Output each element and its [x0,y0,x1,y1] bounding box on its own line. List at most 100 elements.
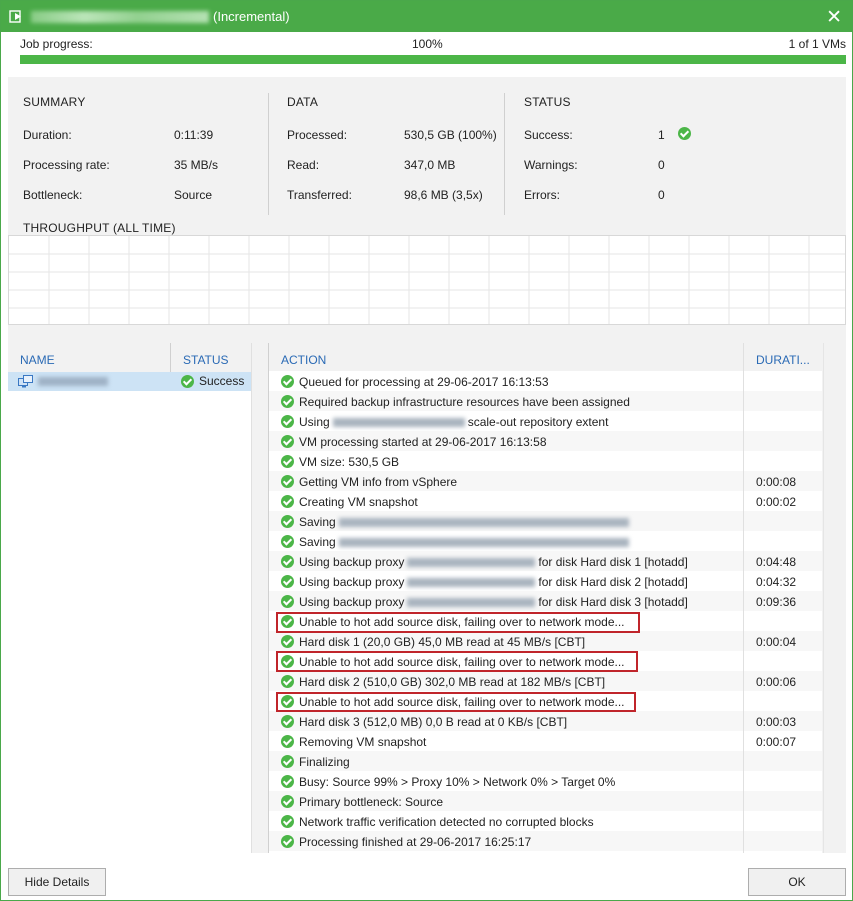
action-row[interactable]: Queued for processing at 29-06-2017 16:1… [269,371,822,391]
action-text: Saving [299,515,632,529]
action-row[interactable]: Hard disk 1 (20,0 GB) 45,0 MB read at 45… [269,631,822,651]
action-row[interactable]: Saving [269,531,822,551]
vm-list: Success [8,372,251,853]
success-check-icon [281,735,294,748]
success-check-icon [281,675,294,688]
success-check-icon [281,715,294,728]
action-row[interactable]: Required backup infrastructure resources… [269,391,822,411]
job-progress-row: Job progress: 100% 1 of 1 VMs [20,37,846,51]
action-text-part: Using [299,415,330,429]
action-row[interactable]: VM processing started at 29-06-2017 16:1… [269,431,822,451]
vm-status-text: Success [199,374,245,388]
action-row[interactable]: Finalizing [269,751,822,771]
action-column-header[interactable]: ACTION [281,353,326,367]
job-session-window: (Incremental) ✕ Job progress: 100% 1 of … [0,0,853,901]
action-text-part: Finalizing [299,755,350,769]
button-bar: Hide Details OK [1,853,852,900]
action-text-part: Using backup proxy [299,595,405,609]
success-check-icon [281,475,294,488]
hide-details-button[interactable]: Hide Details [8,868,106,896]
action-text-part: Getting VM info from vSphere [299,475,458,489]
read-label: Read: [287,158,320,172]
success-check-icon [281,835,294,848]
vm-row[interactable]: Success [8,372,251,391]
duration-column-header[interactable]: DURATI... [756,353,810,367]
name-column-header[interactable]: NAME [20,353,55,367]
job-progress-fill [20,55,846,64]
action-text: VM size: 530,5 GB [299,455,399,469]
vm-icon [18,375,33,388]
duration-label: Duration: [23,128,72,142]
redacted-text [332,418,465,428]
transferred-label: Transferred: [287,188,352,202]
action-text-part: Primary bottleneck: Source [299,795,444,809]
success-check-icon [281,455,294,468]
processing-rate-label: Processing rate: [23,158,110,172]
action-duration: 0:00:06 [756,675,797,689]
warnings-value: 0 [658,158,665,172]
action-text: Hard disk 2 (510,0 GB) 302,0 MB read at … [299,675,605,689]
job-name-redacted [31,11,209,23]
action-row[interactable]: Saving [269,511,822,531]
processed-label: Processed: [287,128,348,142]
action-text: Primary bottleneck: Source [299,795,443,809]
action-text-part: for disk Hard disk 2 [hotadd] [538,575,688,589]
action-text: Hard disk 1 (20,0 GB) 45,0 MB read at 45… [299,635,585,649]
action-text: Required backup infrastructure resources… [299,395,630,409]
action-text: Processing finished at 29-06-2017 16:25:… [299,835,531,849]
redacted-text [407,578,536,588]
warnings-label: Warnings: [524,158,578,172]
action-text-part: for disk Hard disk 1 [hotadd] [538,555,688,569]
warning-highlight-box [276,612,640,633]
action-text: Saving [299,535,632,549]
action-row[interactable]: VM size: 530,5 GB [269,451,822,471]
success-check-icon [281,755,294,768]
close-icon[interactable]: ✕ [826,6,842,29]
action-text-part: Removing VM snapshot [299,735,427,749]
action-text-part: Saving [299,535,336,549]
ok-button[interactable]: OK [748,868,846,896]
success-check-icon [181,375,194,389]
processing-rate-value: 35 MB/s [174,158,219,172]
action-row[interactable]: Hard disk 2 (510,0 GB) 302,0 MB read at … [269,671,822,691]
action-text-part: Creating VM snapshot [299,495,418,509]
success-check-icon [281,515,294,528]
success-check-icon [281,595,294,608]
vm-name-redacted [38,377,108,386]
action-row[interactable]: Using scale-out repository extent [269,411,822,431]
action-text-part: Queued for processing at 29-06-2017 16:1… [299,375,549,389]
action-row[interactable]: Using backup proxy for disk Hard disk 1 [… [269,551,822,571]
vm-count: 1 of 1 VMs [788,37,846,51]
action-text-part: scale-out repository extent [467,415,609,429]
transferred-value: 98,6 MB (3,5x) [404,188,483,202]
action-text-part: Using backup proxy [299,575,405,589]
action-row[interactable]: Using backup proxy for disk Hard disk 3 [… [269,591,822,611]
action-row[interactable]: Using backup proxy for disk Hard disk 2 [… [269,571,822,591]
status-heading: STATUS [524,95,571,109]
column-divider [743,343,744,853]
scroll-area-edge [823,343,824,853]
duration-value: 0:11:39 [174,128,214,142]
success-label: Success: [524,128,573,142]
action-row[interactable]: Network traffic verification detected no… [269,811,822,831]
action-text-part: Busy: Source 99% > Proxy 10% > Network 0… [299,775,616,789]
success-check-icon [281,535,294,548]
action-row[interactable]: Hard disk 3 (512,0 MB) 0,0 B read at 0 K… [269,711,822,731]
action-duration: 0:04:48 [756,555,797,569]
vm-status: Success [181,374,245,389]
redacted-text [407,598,536,608]
success-check-icon [281,415,294,428]
action-row[interactable]: Processing finished at 29-06-2017 16:25:… [269,831,822,851]
redacted-text [407,558,536,568]
action-row[interactable]: Getting VM info from vSphere 0:00:08 [269,471,822,491]
job-icon [9,10,21,23]
action-row[interactable]: Removing VM snapshot 0:00:07 [269,731,822,751]
action-row[interactable]: Primary bottleneck: Source [269,791,822,811]
action-row[interactable]: Creating VM snapshot 0:00:02 [269,491,822,511]
action-row[interactable]: Busy: Source 99% > Proxy 10% > Network 0… [269,771,822,791]
status-column-header[interactable]: STATUS [183,353,229,367]
throughput-grid [9,236,845,324]
warning-highlight-box [276,692,636,712]
action-text: Queued for processing at 29-06-2017 16:1… [299,375,549,389]
action-text: Network traffic verification detected no… [299,815,594,829]
